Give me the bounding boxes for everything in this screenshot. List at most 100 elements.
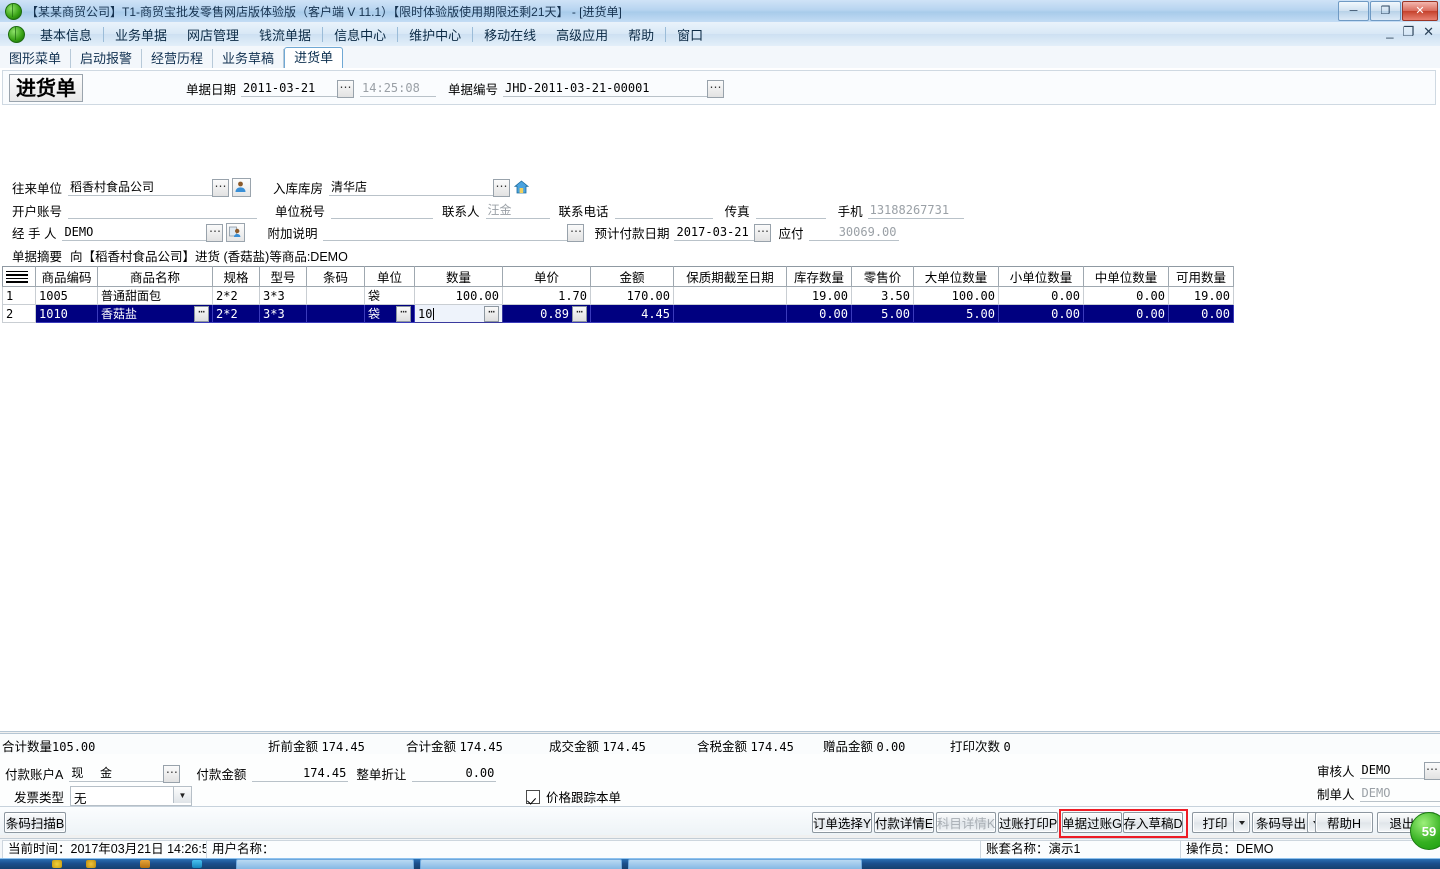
whole-discount-input[interactable]	[412, 765, 496, 782]
cell-barcode[interactable]	[307, 287, 365, 305]
invoice-type-select[interactable]: 无 ▼	[70, 786, 192, 806]
cell-mid-unit-qty[interactable]: 0.00	[1084, 305, 1169, 323]
chevron-down-icon[interactable]: ▼	[173, 787, 191, 803]
customer-icon[interactable]	[232, 178, 251, 197]
doc-date-picker-button[interactable]: ⋯	[337, 80, 354, 98]
taskbar-icon-3[interactable]	[140, 860, 150, 868]
col-expiry-date[interactable]: 保质期截至日期	[674, 267, 787, 287]
pay-date-input[interactable]	[674, 224, 754, 241]
cell-amount[interactable]: 170.00	[591, 287, 674, 305]
col-big-unit-qty[interactable]: 大单位数量	[914, 267, 999, 287]
cell-unit-price[interactable]: 1.70	[503, 287, 591, 305]
note-picker-button[interactable]: ⋯	[567, 224, 584, 242]
col-product-name[interactable]: 商品名称	[98, 267, 213, 287]
col-product-code[interactable]: 商品编码	[36, 267, 98, 287]
cell-model[interactable]: 3*3	[260, 287, 307, 305]
cell-spec[interactable]: 2*2	[213, 287, 260, 305]
cell-retail-price[interactable]: 3.50	[852, 287, 914, 305]
pay-date-picker-button[interactable]: ⋯	[754, 224, 771, 242]
cell-stock-qty[interactable]: 0.00	[787, 305, 852, 323]
pay-amount-input[interactable]	[252, 765, 348, 782]
taskbar-icon-1[interactable]	[52, 860, 62, 868]
notification-bubble[interactable]: 59	[1410, 812, 1440, 850]
cell-big-unit-qty[interactable]: 100.00	[914, 287, 999, 305]
mdi-minimize-icon[interactable]: _	[1386, 25, 1393, 38]
cell-product-name[interactable]: 香菇盐 ⋯	[98, 305, 213, 323]
auditor-input[interactable]	[1360, 762, 1424, 779]
print-dropdown-button[interactable]	[1233, 812, 1250, 833]
pay-account-picker-button[interactable]: ⋯	[163, 765, 180, 783]
col-unit-price[interactable]: 单价	[503, 267, 591, 287]
col-select-all[interactable]	[3, 267, 36, 287]
col-mid-unit-qty[interactable]: 中单位数量	[1084, 267, 1169, 287]
tab-startup-alarm[interactable]: 启动报警	[71, 49, 142, 68]
menu-item-window[interactable]: 窗口	[667, 22, 713, 47]
cell-stock-qty[interactable]: 19.00	[787, 287, 852, 305]
cell-unit-price[interactable]: 0.89 ⋯	[503, 305, 591, 323]
mdi-restore-icon[interactable]: ❐	[1402, 25, 1414, 38]
menu-item-advanced-app[interactable]: 高级应用	[546, 22, 618, 47]
tax-no-input[interactable]	[331, 202, 433, 219]
cell-available-qty[interactable]: 19.00	[1169, 287, 1234, 305]
cell-barcode[interactable]	[307, 305, 365, 323]
table-row[interactable]: 2 1010 香菇盐 ⋯ 2*2 3*3	[3, 305, 1234, 323]
cell-available-qty[interactable]: 0.00	[1169, 305, 1234, 323]
cell-product-code[interactable]: 1005	[36, 287, 98, 305]
cell-mid-unit-qty[interactable]: 0.00	[1084, 287, 1169, 305]
doc-time-input[interactable]	[360, 80, 436, 97]
tab-business-history[interactable]: 经营历程	[142, 49, 213, 68]
contact-phone-input[interactable]	[615, 202, 713, 219]
contact-input[interactable]	[486, 202, 550, 219]
cell-expiry-date[interactable]	[674, 287, 787, 305]
menu-item-business-doc[interactable]: 业务单据	[105, 22, 177, 47]
menu-item-maintain-center[interactable]: 维护中心	[399, 22, 471, 47]
mobile-input[interactable]	[868, 202, 964, 219]
col-available-qty[interactable]: 可用数量	[1169, 267, 1234, 287]
minimize-button[interactable]: ─	[1338, 1, 1369, 21]
cell-retail-price[interactable]: 5.00	[852, 305, 914, 323]
warehouse-input[interactable]	[329, 179, 493, 196]
col-unit[interactable]: 单位	[365, 267, 415, 287]
col-model[interactable]: 型号	[260, 267, 307, 287]
table-row[interactable]: 1 1005 普通甜面包 2*2 3*3 袋 100.00 1.70 170.0…	[3, 287, 1234, 305]
menu-item-shop-mgmt[interactable]: 网店管理	[177, 22, 249, 47]
post-document-button[interactable]: 单据过账G	[1062, 812, 1122, 833]
quantity-picker-button[interactable]: ⋯	[484, 306, 499, 322]
cell-unit[interactable]: 袋	[365, 287, 415, 305]
grid-menu-icon[interactable]	[5, 270, 33, 283]
cell-model[interactable]: 3*3	[260, 305, 307, 323]
tab-graphic-menu[interactable]: 图形菜单	[0, 49, 71, 68]
pay-account-input[interactable]	[69, 765, 163, 782]
handler-input[interactable]	[62, 224, 206, 241]
col-amount[interactable]: 金额	[591, 267, 674, 287]
warehouse-picker-button[interactable]: ⋯	[493, 179, 510, 197]
close-button[interactable]: ✕	[1402, 1, 1438, 21]
fax-input[interactable]	[756, 202, 826, 219]
col-spec[interactable]: 规格	[213, 267, 260, 287]
note-input[interactable]	[323, 224, 567, 241]
employee-icon[interactable]	[226, 223, 245, 242]
tab-business-draft[interactable]: 业务草稿	[213, 49, 284, 68]
unit-picker-button[interactable]: ⋯	[212, 179, 229, 197]
price-track-checkbox[interactable]	[526, 790, 540, 804]
barcode-export-button[interactable]: 条码导出	[1252, 812, 1310, 833]
print-button[interactable]: 打印	[1192, 812, 1238, 833]
unit-price-picker-button[interactable]: ⋯	[572, 306, 587, 322]
cell-small-unit-qty[interactable]: 0.00	[999, 305, 1084, 323]
col-quantity[interactable]: 数量	[415, 267, 503, 287]
payment-detail-button[interactable]: 付款详情E	[874, 812, 934, 833]
cell-amount[interactable]: 4.45	[591, 305, 674, 323]
restore-button[interactable]: ❐	[1370, 1, 1401, 21]
doc-date-input[interactable]	[241, 80, 337, 97]
menu-item-help[interactable]: 帮助	[618, 22, 664, 47]
help-button[interactable]: 帮助H	[1315, 812, 1373, 833]
bank-account-input[interactable]	[68, 202, 257, 219]
cell-unit[interactable]: 袋 ⋯	[365, 305, 415, 323]
auditor-picker-button[interactable]: ⋯	[1424, 762, 1440, 780]
taskbar-icon-4[interactable]	[192, 860, 202, 868]
cell-product-code[interactable]: 1010	[36, 305, 98, 323]
taskbar-icon-2[interactable]	[86, 860, 96, 868]
subject-detail-button[interactable]: 科目详情K	[936, 812, 996, 833]
save-draft-button[interactable]: 存入草稿D	[1123, 812, 1183, 833]
barcode-scan-button[interactable]: 条码扫描B	[4, 812, 66, 833]
